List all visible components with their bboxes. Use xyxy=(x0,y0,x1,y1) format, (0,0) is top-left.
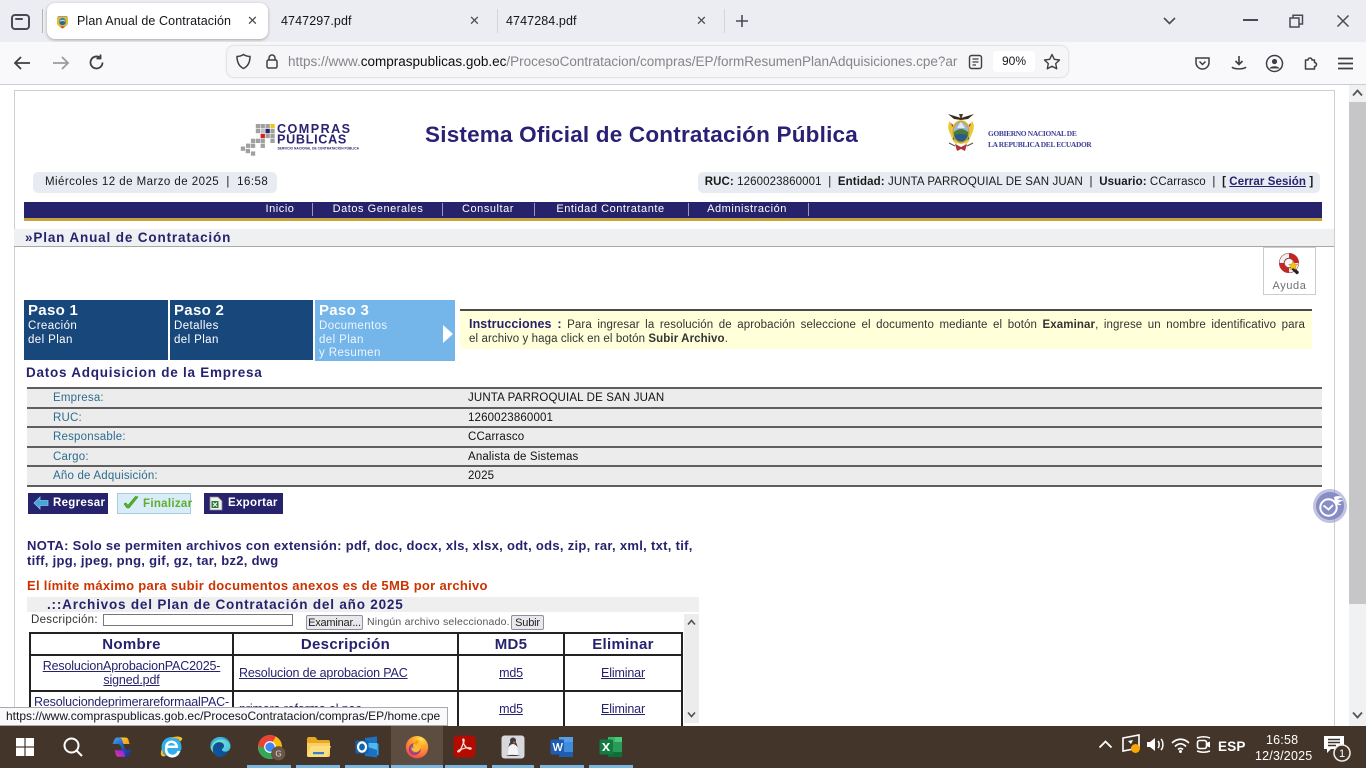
svg-text:PÚBLICAS: PÚBLICAS xyxy=(277,131,347,146)
svg-text:1: 1 xyxy=(1339,748,1345,760)
svg-text:G: G xyxy=(275,749,281,758)
svg-text:SERVICIO NACIONAL DE CONTRATAC: SERVICIO NACIONAL DE CONTRATACIÓN PÚBLIC… xyxy=(278,146,360,151)
svg-text:LA REPUBLICA DEL ECUADOR: LA REPUBLICA DEL ECUADOR xyxy=(988,140,1092,149)
svg-text:GOBIERNO NACIONAL DE: GOBIERNO NACIONAL DE xyxy=(988,129,1077,138)
